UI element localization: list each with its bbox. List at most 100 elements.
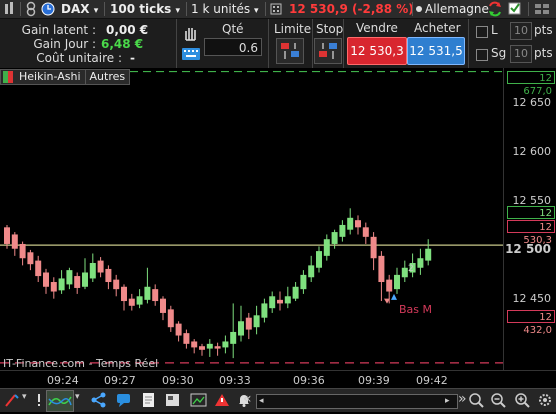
candle: [82, 258, 88, 290]
candle-body-down: [386, 279, 393, 292]
candle: [284, 286, 291, 309]
buy-button[interactable]: 12 531,5: [407, 37, 465, 65]
link-icon[interactable]: [25, 0, 37, 18]
dot-icon: [414, 0, 424, 18]
stop-order-button[interactable]: [314, 38, 342, 64]
watermark: IT-Finance.com - Temps Réel: [3, 357, 159, 370]
candle: [370, 232, 377, 271]
limit-pts-input[interactable]: 10: [510, 22, 532, 40]
alert-icon[interactable]: [213, 392, 231, 408]
candle-body-up: [269, 296, 276, 309]
candle: [105, 265, 112, 290]
candle: [58, 270, 65, 294]
vendre-label: Vendre: [356, 21, 398, 35]
candle: [269, 291, 276, 313]
candle: [11, 232, 18, 256]
candle: [144, 267, 151, 304]
candle: [222, 335, 229, 354]
candle: [238, 305, 244, 342]
candle: [175, 321, 182, 342]
quantity-input[interactable]: 0.6: [204, 38, 262, 56]
candle-body-up: [58, 278, 65, 291]
candle-body-down: [97, 260, 104, 273]
stop-checkbox[interactable]: [476, 49, 488, 61]
candle-body-up: [261, 303, 268, 318]
candle: [425, 239, 432, 266]
chevron-right-icon[interactable]: ▸: [445, 395, 455, 408]
ticks-select[interactable]: 100 ticks ▾: [110, 0, 180, 18]
grid-icon[interactable]: [533, 0, 553, 18]
document-icon[interactable]: [140, 392, 158, 408]
cout-unitaire-value: -: [130, 51, 135, 65]
zoom-fit-icon[interactable]: [468, 392, 486, 408]
scroll-left-button[interactable]: «: [243, 391, 252, 407]
x-tick-label: 09:36: [293, 374, 325, 387]
low-line-price-label: 12 432,0: [507, 310, 555, 336]
limit-order-button[interactable]: [276, 38, 304, 64]
ticks-label: 100 ticks: [110, 2, 172, 16]
chevron-down-icon: ▾: [93, 6, 99, 16]
candle-body-up: [394, 274, 400, 290]
candle-body-up: [222, 341, 229, 348]
candle: [401, 260, 408, 283]
ask-price-label: 12 531,5: [507, 206, 555, 232]
gain-latent-value: 0,00 €: [106, 23, 149, 37]
sell-button[interactable]: 12 530,3: [347, 37, 407, 65]
x-tick-label: 09:33: [219, 374, 251, 387]
high-line-price-label: 12 677,0: [507, 71, 555, 97]
time-axis[interactable]: 09:24 09:27 09:30 09:33 09:36 09:39 09:4…: [0, 370, 556, 389]
info-icon[interactable]: [32, 392, 46, 408]
keyboard-icon[interactable]: [181, 45, 201, 63]
calendar-icon[interactable]: [270, 0, 282, 18]
tab-heikin-ashi[interactable]: Heikin-Ashi: [15, 70, 86, 84]
buy-marker-icon: [391, 293, 397, 300]
candle: [362, 222, 369, 244]
units-select[interactable]: 1 k unités ▾: [191, 0, 258, 18]
x-tick-label: 09:39: [358, 374, 390, 387]
zoom-in-icon[interactable]: [514, 392, 532, 408]
chevron-down-icon[interactable]: ▾: [22, 392, 27, 402]
chat-icon[interactable]: [115, 392, 133, 408]
candle: [253, 305, 260, 335]
candle: [206, 339, 213, 357]
news-icon[interactable]: [164, 392, 182, 408]
order-panel: Gain latent : 0,00 € Gain Jour : 6,48 € …: [0, 19, 556, 69]
candle: [152, 284, 159, 306]
candle-body-down: [355, 220, 361, 228]
candle-body-up: [238, 321, 244, 336]
bottom-toolbar: ▾ ▾ « ◂ ▸ »: [0, 388, 556, 412]
price-chart[interactable]: Heikin-Ashi Autres Bas M 2 IT-Finance.co…: [0, 68, 503, 370]
candlestick-chart[interactable]: [0, 68, 503, 370]
candles-icon: [3, 71, 13, 83]
limit-checkbox[interactable]: [476, 26, 488, 38]
symbol-select[interactable]: DAX ▾: [61, 0, 98, 18]
clock-icon[interactable]: [41, 0, 55, 18]
checkbox-icon[interactable]: [508, 0, 522, 18]
horizontal-scrollbar[interactable]: ◂ ▸: [256, 394, 458, 409]
settings-icon[interactable]: [537, 392, 555, 408]
chart-settings-icon[interactable]: [3, 0, 17, 18]
candle: [277, 291, 283, 311]
tab-autres[interactable]: Autres: [86, 70, 130, 84]
refresh-icon[interactable]: [486, 0, 504, 18]
last-price-value: 12 530,9: [289, 2, 348, 16]
candle: [74, 272, 81, 294]
candle: [50, 277, 57, 299]
chevron-down-icon[interactable]: ▾: [75, 392, 80, 402]
hand-icon[interactable]: [181, 24, 201, 42]
chart-window-icon[interactable]: [190, 392, 208, 408]
price-axis[interactable]: 12 650 12 600 12 550 12 500 12 450 12 67…: [503, 68, 556, 370]
chart-tabs: Heikin-Ashi Autres: [0, 69, 131, 85]
limite-label: Limite: [274, 22, 312, 36]
units-label: 1 k unités: [191, 2, 251, 16]
scroll-right-button[interactable]: »: [458, 391, 467, 407]
indicators-icon[interactable]: [46, 390, 74, 412]
candle-body-up: [292, 286, 299, 299]
x-tick-label: 09:30: [162, 374, 194, 387]
chevron-left-icon[interactable]: ◂: [259, 395, 269, 408]
stop-pts-input[interactable]: 10: [510, 45, 532, 63]
pen-icon[interactable]: [3, 392, 21, 408]
zoom-out-icon[interactable]: [490, 392, 508, 408]
share-icon[interactable]: [90, 392, 108, 408]
candle-body-down: [27, 252, 34, 265]
